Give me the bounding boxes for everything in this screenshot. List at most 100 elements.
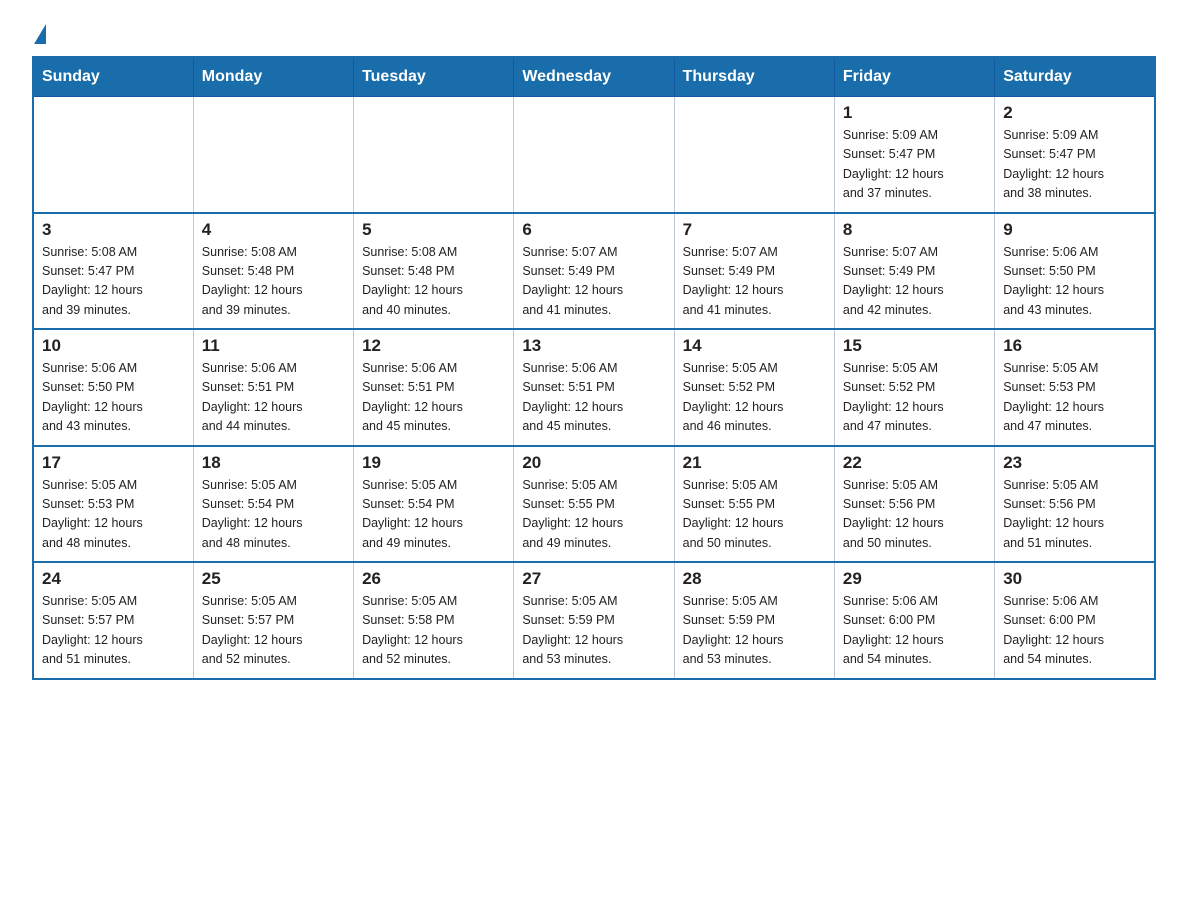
logo-triangle-icon [34, 24, 46, 44]
calendar-cell: 27 Sunrise: 5:05 AM Sunset: 5:59 PM Dayli… [514, 562, 674, 679]
calendar-cell: 16 Sunrise: 5:05 AM Sunset: 5:53 PM Dayli… [995, 329, 1155, 446]
week-row-3: 10Sunrise: 5:06 AM Sunset: 5:50 PM Dayli… [33, 329, 1155, 446]
day-info: Sunrise: 5:05 AM Sunset: 5:59 PM Dayligh… [522, 592, 665, 670]
day-number: 11 [202, 336, 345, 356]
day-info: Sunrise: 5:06 AM Sunset: 5:51 PM Dayligh… [362, 359, 505, 437]
day-number: 2 [1003, 103, 1146, 123]
day-header-saturday: Saturday [995, 57, 1155, 97]
calendar-cell: 30 Sunrise: 5:06 AM Sunset: 6:00 PM Dayli… [995, 562, 1155, 679]
calendar-cell: 29 Sunrise: 5:06 AM Sunset: 6:00 PM Dayli… [834, 562, 994, 679]
day-header-monday: Monday [193, 57, 353, 97]
calendar-cell: 23 Sunrise: 5:05 AM Sunset: 5:56 PM Dayli… [995, 446, 1155, 563]
week-row-2: 3 Sunrise: 5:08 AM Sunset: 5:47 PM Daylig… [33, 213, 1155, 330]
page-header [32, 24, 1156, 38]
day-number: 15 [843, 336, 986, 356]
calendar-cell: 28 Sunrise: 5:05 AM Sunset: 5:59 PM Dayli… [674, 562, 834, 679]
week-row-5: 24 Sunrise: 5:05 AM Sunset: 5:57 PM Dayli… [33, 562, 1155, 679]
day-info: Sunrise: 5:05 AM Sunset: 5:55 PM Dayligh… [683, 476, 826, 554]
calendar-table: SundayMondayTuesdayWednesdayThursdayFrid… [32, 56, 1156, 680]
day-info: Sunrise: 5:06 AM Sunset: 6:00 PM Dayligh… [1003, 592, 1146, 670]
day-info: Sunrise: 5:07 AM Sunset: 5:49 PM Dayligh… [683, 243, 826, 321]
day-info: Sunrise: 5:05 AM Sunset: 5:54 PM Dayligh… [362, 476, 505, 554]
day-number: 12 [362, 336, 505, 356]
day-header-wednesday: Wednesday [514, 57, 674, 97]
day-info: Sunrise: 5:05 AM Sunset: 5:52 PM Dayligh… [843, 359, 986, 437]
calendar-cell: 25Sunrise: 5:05 AM Sunset: 5:57 PM Dayli… [193, 562, 353, 679]
calendar-cell: 11 Sunrise: 5:06 AM Sunset: 5:51 PM Dayli… [193, 329, 353, 446]
day-info: Sunrise: 5:07 AM Sunset: 5:49 PM Dayligh… [522, 243, 665, 321]
day-number: 13 [522, 336, 665, 356]
day-info: Sunrise: 5:06 AM Sunset: 5:51 PM Dayligh… [522, 359, 665, 437]
day-number: 6 [522, 220, 665, 240]
day-info: Sunrise: 5:06 AM Sunset: 6:00 PM Dayligh… [843, 592, 986, 670]
day-info: Sunrise: 5:06 AM Sunset: 5:51 PM Dayligh… [202, 359, 345, 437]
days-header-row: SundayMondayTuesdayWednesdayThursdayFrid… [33, 57, 1155, 97]
calendar-cell [193, 97, 353, 213]
calendar-cell: 12 Sunrise: 5:06 AM Sunset: 5:51 PM Dayli… [354, 329, 514, 446]
day-number: 29 [843, 569, 986, 589]
calendar-cell: 10Sunrise: 5:06 AM Sunset: 5:50 PM Dayli… [33, 329, 193, 446]
day-header-sunday: Sunday [33, 57, 193, 97]
calendar-cell: 3 Sunrise: 5:08 AM Sunset: 5:47 PM Daylig… [33, 213, 193, 330]
calendar-cell [674, 97, 834, 213]
day-number: 1 [843, 103, 986, 123]
calendar-cell: 13 Sunrise: 5:06 AM Sunset: 5:51 PM Dayli… [514, 329, 674, 446]
day-info: Sunrise: 5:08 AM Sunset: 5:48 PM Dayligh… [202, 243, 345, 321]
calendar-cell [514, 97, 674, 213]
day-info: Sunrise: 5:08 AM Sunset: 5:47 PM Dayligh… [42, 243, 185, 321]
week-row-1: 1 Sunrise: 5:09 AM Sunset: 5:47 PM Daylig… [33, 97, 1155, 213]
calendar-cell: 8Sunrise: 5:07 AM Sunset: 5:49 PM Daylig… [834, 213, 994, 330]
day-header-tuesday: Tuesday [354, 57, 514, 97]
day-info: Sunrise: 5:06 AM Sunset: 5:50 PM Dayligh… [42, 359, 185, 437]
day-number: 7 [683, 220, 826, 240]
day-info: Sunrise: 5:05 AM Sunset: 5:54 PM Dayligh… [202, 476, 345, 554]
day-info: Sunrise: 5:09 AM Sunset: 5:47 PM Dayligh… [843, 126, 986, 204]
day-number: 21 [683, 453, 826, 473]
calendar-cell: 14 Sunrise: 5:05 AM Sunset: 5:52 PM Dayli… [674, 329, 834, 446]
calendar-cell: 6 Sunrise: 5:07 AM Sunset: 5:49 PM Daylig… [514, 213, 674, 330]
calendar-cell: 1 Sunrise: 5:09 AM Sunset: 5:47 PM Daylig… [834, 97, 994, 213]
calendar-cell: 18 Sunrise: 5:05 AM Sunset: 5:54 PM Dayli… [193, 446, 353, 563]
day-number: 16 [1003, 336, 1146, 356]
day-info: Sunrise: 5:05 AM Sunset: 5:52 PM Dayligh… [683, 359, 826, 437]
day-info: Sunrise: 5:05 AM Sunset: 5:55 PM Dayligh… [522, 476, 665, 554]
day-info: Sunrise: 5:05 AM Sunset: 5:57 PM Dayligh… [202, 592, 345, 670]
calendar-cell: 9 Sunrise: 5:06 AM Sunset: 5:50 PM Daylig… [995, 213, 1155, 330]
calendar-cell: 17Sunrise: 5:05 AM Sunset: 5:53 PM Dayli… [33, 446, 193, 563]
day-info: Sunrise: 5:05 AM Sunset: 5:53 PM Dayligh… [42, 476, 185, 554]
day-number: 18 [202, 453, 345, 473]
day-info: Sunrise: 5:05 AM Sunset: 5:56 PM Dayligh… [1003, 476, 1146, 554]
day-number: 30 [1003, 569, 1146, 589]
day-number: 28 [683, 569, 826, 589]
day-info: Sunrise: 5:05 AM Sunset: 5:59 PM Dayligh… [683, 592, 826, 670]
day-number: 3 [42, 220, 185, 240]
day-number: 23 [1003, 453, 1146, 473]
day-info: Sunrise: 5:05 AM Sunset: 5:58 PM Dayligh… [362, 592, 505, 670]
day-number: 24 [42, 569, 185, 589]
day-info: Sunrise: 5:05 AM Sunset: 5:57 PM Dayligh… [42, 592, 185, 670]
day-number: 26 [362, 569, 505, 589]
day-number: 4 [202, 220, 345, 240]
day-number: 9 [1003, 220, 1146, 240]
day-info: Sunrise: 5:05 AM Sunset: 5:53 PM Dayligh… [1003, 359, 1146, 437]
day-number: 14 [683, 336, 826, 356]
day-number: 22 [843, 453, 986, 473]
day-number: 27 [522, 569, 665, 589]
week-row-4: 17Sunrise: 5:05 AM Sunset: 5:53 PM Dayli… [33, 446, 1155, 563]
day-info: Sunrise: 5:06 AM Sunset: 5:50 PM Dayligh… [1003, 243, 1146, 321]
day-header-thursday: Thursday [674, 57, 834, 97]
calendar-cell: 20 Sunrise: 5:05 AM Sunset: 5:55 PM Dayli… [514, 446, 674, 563]
day-number: 20 [522, 453, 665, 473]
calendar-cell: 5 Sunrise: 5:08 AM Sunset: 5:48 PM Daylig… [354, 213, 514, 330]
calendar-cell: 21 Sunrise: 5:05 AM Sunset: 5:55 PM Dayli… [674, 446, 834, 563]
calendar-cell: 4 Sunrise: 5:08 AM Sunset: 5:48 PM Daylig… [193, 213, 353, 330]
calendar-cell [33, 97, 193, 213]
day-number: 19 [362, 453, 505, 473]
day-header-friday: Friday [834, 57, 994, 97]
calendar-cell: 19 Sunrise: 5:05 AM Sunset: 5:54 PM Dayli… [354, 446, 514, 563]
day-info: Sunrise: 5:08 AM Sunset: 5:48 PM Dayligh… [362, 243, 505, 321]
calendar-cell: 7 Sunrise: 5:07 AM Sunset: 5:49 PM Daylig… [674, 213, 834, 330]
calendar-cell: 2Sunrise: 5:09 AM Sunset: 5:47 PM Daylig… [995, 97, 1155, 213]
day-number: 5 [362, 220, 505, 240]
calendar-cell: 24 Sunrise: 5:05 AM Sunset: 5:57 PM Dayli… [33, 562, 193, 679]
